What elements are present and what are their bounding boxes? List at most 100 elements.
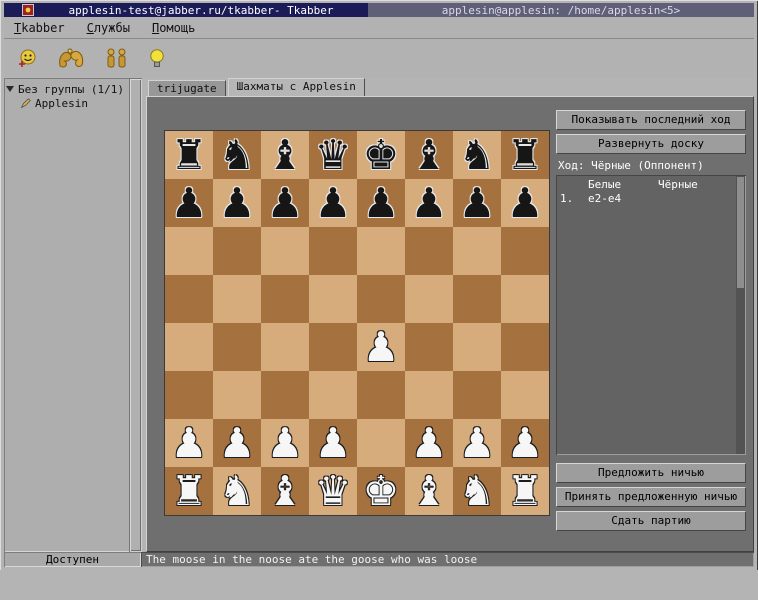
board-square-d2[interactable]: ♟ — [309, 419, 357, 467]
menu-help[interactable]: Помощь — [152, 21, 195, 35]
board-square-d4[interactable] — [309, 323, 357, 371]
board-square-g2[interactable]: ♟ — [453, 419, 501, 467]
chess-piece-black-pawn[interactable]: ♟ — [267, 183, 304, 224]
board-square-c5[interactable] — [261, 275, 309, 323]
board-square-f4[interactable] — [405, 323, 453, 371]
board-square-d6[interactable] — [309, 227, 357, 275]
board-square-b6[interactable] — [213, 227, 261, 275]
chess-piece-white-pawn[interactable]: ♟ — [411, 423, 448, 464]
chess-piece-white-knight[interactable]: ♞ — [219, 471, 256, 512]
chess-piece-black-bishop[interactable]: ♝ — [411, 135, 448, 176]
board-square-h2[interactable]: ♟ — [501, 419, 549, 467]
board-square-f7[interactable]: ♟ — [405, 179, 453, 227]
board-square-d1[interactable]: ♛ — [309, 467, 357, 515]
add-contact-button[interactable] — [18, 49, 37, 68]
chess-piece-white-pawn[interactable]: ♟ — [267, 423, 304, 464]
board-square-h5[interactable] — [501, 275, 549, 323]
board-square-a4[interactable] — [165, 323, 213, 371]
chess-piece-black-king[interactable]: ♚ — [363, 135, 400, 176]
board-square-c1[interactable]: ♝ — [261, 467, 309, 515]
board-square-c6[interactable] — [261, 227, 309, 275]
board-square-b5[interactable] — [213, 275, 261, 323]
roster-group[interactable]: Без группы (1/1) — [6, 82, 130, 96]
board-square-c2[interactable]: ♟ — [261, 419, 309, 467]
chess-piece-black-pawn[interactable]: ♟ — [171, 183, 208, 224]
chess-piece-black-queen[interactable]: ♛ — [315, 135, 352, 176]
board-square-g1[interactable]: ♞ — [453, 467, 501, 515]
tab-chess[interactable]: Шахматы с Applesin — [228, 78, 365, 96]
board-square-e4[interactable]: ♟ — [357, 323, 405, 371]
chess-piece-white-pawn[interactable]: ♟ — [171, 423, 208, 464]
chess-piece-white-knight[interactable]: ♞ — [459, 471, 496, 512]
board-square-e8[interactable]: ♚ — [357, 131, 405, 179]
board-square-h6[interactable] — [501, 227, 549, 275]
chess-piece-white-pawn[interactable]: ♟ — [363, 327, 400, 368]
board-square-d8[interactable]: ♛ — [309, 131, 357, 179]
chess-piece-white-pawn[interactable]: ♟ — [219, 423, 256, 464]
roster-contact[interactable]: Applesin — [6, 96, 130, 110]
board-square-g5[interactable] — [453, 275, 501, 323]
board-square-e6[interactable] — [357, 227, 405, 275]
board-square-c8[interactable]: ♝ — [261, 131, 309, 179]
board-square-g8[interactable]: ♞ — [453, 131, 501, 179]
board-square-b3[interactable] — [213, 371, 261, 419]
board-square-a6[interactable] — [165, 227, 213, 275]
chess-piece-white-bishop[interactable]: ♝ — [411, 471, 448, 512]
chess-piece-white-pawn[interactable]: ♟ — [315, 423, 352, 464]
presence-status-button[interactable]: Доступен — [4, 552, 141, 567]
chess-piece-white-queen[interactable]: ♛ — [315, 471, 352, 512]
chess-piece-black-pawn[interactable]: ♟ — [459, 183, 496, 224]
tab-trijugate[interactable]: trijugate — [148, 80, 226, 96]
board-square-f3[interactable] — [405, 371, 453, 419]
board-square-c4[interactable] — [261, 323, 309, 371]
board-square-b2[interactable]: ♟ — [213, 419, 261, 467]
board-square-d5[interactable] — [309, 275, 357, 323]
presence-button[interactable] — [149, 48, 165, 69]
board-square-f8[interactable]: ♝ — [405, 131, 453, 179]
chess-piece-black-bishop[interactable]: ♝ — [267, 135, 304, 176]
resign-button[interactable]: Сдать партию — [556, 511, 746, 531]
board-square-c3[interactable] — [261, 371, 309, 419]
board-square-a2[interactable]: ♟ — [165, 419, 213, 467]
services-button[interactable] — [57, 46, 85, 70]
board-square-e7[interactable]: ♟ — [357, 179, 405, 227]
board-square-c7[interactable]: ♟ — [261, 179, 309, 227]
board-square-f1[interactable]: ♝ — [405, 467, 453, 515]
chess-piece-black-pawn[interactable]: ♟ — [315, 183, 352, 224]
chess-piece-white-pawn[interactable]: ♟ — [459, 423, 496, 464]
board-square-h8[interactable]: ♜ — [501, 131, 549, 179]
chess-piece-black-rook[interactable]: ♜ — [507, 135, 544, 176]
titlebar-inactive[interactable]: applesin@applesin: /home/applesin<5> — [368, 3, 754, 17]
board-square-h4[interactable] — [501, 323, 549, 371]
board-square-a7[interactable]: ♟ — [165, 179, 213, 227]
chess-piece-black-knight[interactable]: ♞ — [459, 135, 496, 176]
board-square-h1[interactable]: ♜ — [501, 467, 549, 515]
board-square-b1[interactable]: ♞ — [213, 467, 261, 515]
movelist-scrollbar-thumb[interactable] — [737, 177, 744, 288]
board-square-f2[interactable]: ♟ — [405, 419, 453, 467]
board-square-e1[interactable]: ♚ — [357, 467, 405, 515]
chess-piece-white-rook[interactable]: ♜ — [507, 471, 544, 512]
roster-scrollbar[interactable] — [129, 78, 142, 552]
board-square-b7[interactable]: ♟ — [213, 179, 261, 227]
titlebar-active[interactable]: applesin-test@jabber.ru/tkabber- Tkabber — [4, 3, 368, 17]
board-square-a3[interactable] — [165, 371, 213, 419]
board-square-e3[interactable] — [357, 371, 405, 419]
board-square-h3[interactable] — [501, 371, 549, 419]
board-square-e2[interactable] — [357, 419, 405, 467]
board-square-d3[interactable] — [309, 371, 357, 419]
chess-piece-black-pawn[interactable]: ♟ — [411, 183, 448, 224]
board-square-d7[interactable]: ♟ — [309, 179, 357, 227]
chess-piece-black-rook[interactable]: ♜ — [171, 135, 208, 176]
board-square-g7[interactable]: ♟ — [453, 179, 501, 227]
board-square-a1[interactable]: ♜ — [165, 467, 213, 515]
offer-draw-button[interactable]: Предложить ничью — [556, 463, 746, 483]
chess-piece-black-pawn[interactable]: ♟ — [219, 183, 256, 224]
board-square-f6[interactable] — [405, 227, 453, 275]
chess-piece-black-pawn[interactable]: ♟ — [363, 183, 400, 224]
chess-piece-black-knight[interactable]: ♞ — [219, 135, 256, 176]
board-square-a8[interactable]: ♜ — [165, 131, 213, 179]
show-last-move-button[interactable]: Показывать последний ход — [556, 110, 746, 130]
flip-board-button[interactable]: Развернуть доску — [556, 134, 746, 154]
board-square-h7[interactable]: ♟ — [501, 179, 549, 227]
